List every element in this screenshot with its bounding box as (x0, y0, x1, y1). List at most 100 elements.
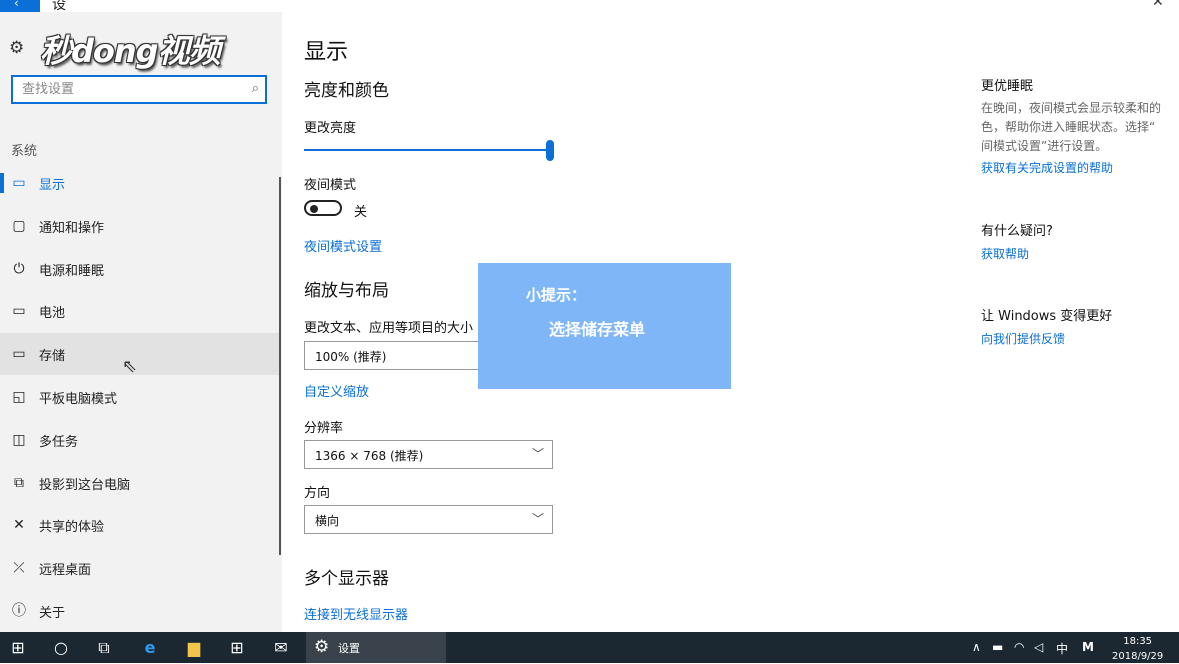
file-explorer-icon[interactable]: ▆ (180, 632, 208, 663)
battery-tray-icon[interactable]: ▬ (992, 640, 1003, 654)
sidebar-item-label: 平板电脑模式 (39, 392, 118, 407)
sidebar-item-label: 存储 (39, 349, 66, 364)
sidebar-item[interactable]: ▭ 电池 (0, 290, 280, 332)
brightness-slider[interactable] (304, 149, 550, 151)
chevron-down-icon: ﹀ (531, 447, 544, 461)
start-icon[interactable]: ⊞ (4, 632, 32, 663)
tip-text: 选择储存菜单 (549, 320, 646, 339)
night-mode-settings-link[interactable]: 夜间模式设置 (304, 236, 382, 255)
sidebar-item-label: 显示 (39, 178, 66, 193)
clock-time: 18:35 (1123, 636, 1153, 647)
multitask-icon: ◫ (12, 432, 26, 448)
sidebar-item[interactable]: ⤫ 远程桌面 (0, 547, 280, 589)
toggle-knob (310, 205, 318, 213)
taskbar-settings-label: 设置 (338, 642, 360, 655)
clock-date: 2018/9/29 (1112, 651, 1164, 662)
custom-scale-link[interactable]: 自定义缩放 (304, 381, 369, 400)
search-icon[interactable]: ⌕ (252, 81, 259, 96)
sidebar-item[interactable]: ◫ 多任务 (0, 419, 280, 461)
watermark-logo: 秒dong视频 (40, 32, 221, 70)
scale-value: 100% (推荐) (315, 350, 387, 364)
night-mode-toggle[interactable] (304, 200, 342, 216)
sidebar-item-label: 共享的体验 (39, 520, 105, 535)
taskbar-settings-app[interactable]: ⚙ 设置 (306, 632, 446, 663)
feedback-title: 让 Windows 变得更好 (981, 309, 1113, 324)
project-icon: ⧉ (14, 475, 24, 491)
cortana-icon[interactable]: ○ (47, 632, 75, 663)
tablet-icon: ◱ (12, 389, 26, 405)
night-mode-label: 夜间模式 (304, 178, 357, 193)
sidebar-item-label: 关于 (39, 606, 66, 621)
sidebar-item-label: 电池 (39, 306, 66, 321)
sidebar-item[interactable]: ◱ 平板电脑模式 (0, 376, 280, 418)
back-button[interactable]: ‹ (0, 0, 40, 12)
active-indicator (0, 173, 4, 193)
storage-icon: ▭ (12, 346, 26, 362)
sleep-text-line: 间模式设置”进行设置。 (981, 139, 1108, 153)
wifi-icon[interactable]: ◠ (1014, 640, 1024, 654)
night-mode-state: 关 (354, 205, 368, 220)
monitor-icon: ▭ (12, 175, 26, 191)
sidebar-item[interactable]: ⏻ 电源和睡眠 (0, 248, 280, 290)
ime-indicator[interactable]: 中 (1056, 640, 1068, 657)
question-title: 有什么疑问? (981, 224, 1053, 239)
sleep-description: 在晚间，夜间模式会显示较柔和的 色，帮助你进入睡眠状态。选择“ 间模式设置”进行… (981, 99, 1179, 156)
sleep-title: 更优睡眠 (981, 79, 1034, 94)
sidebar-item-label: 投影到这台电脑 (39, 478, 131, 493)
mouse-cursor-icon: ⇖ (122, 356, 138, 377)
sidebar-item-label: 电源和睡眠 (39, 264, 105, 279)
volume-icon[interactable]: ◁ (1034, 640, 1043, 654)
ime-mode-indicator[interactable]: M (1082, 640, 1094, 654)
mail-icon[interactable]: ✉ (267, 632, 295, 663)
sidebar-item-label: 远程桌面 (39, 563, 92, 578)
search-input[interactable] (13, 77, 242, 102)
gear-icon: ⚙ (9, 38, 25, 58)
wireless-display-link[interactable]: 连接到无线显示器 (304, 604, 408, 623)
multi-display-section-title: 多个显示器 (304, 569, 389, 589)
page-title: 显示 (304, 40, 349, 65)
close-icon[interactable]: ✕ (1152, 0, 1164, 10)
sleep-text-line: 在晚间，夜间模式会显示较柔和的 (981, 101, 1162, 115)
resolution-label: 分辨率 (304, 421, 344, 436)
brightness-section-title: 亮度和颜色 (304, 81, 389, 101)
search-box[interactable]: ⌕ (11, 75, 267, 104)
tip-title: 小提示： (526, 286, 587, 304)
edge-icon[interactable]: e (136, 632, 164, 663)
chevron-up-icon[interactable]: ∧ (972, 640, 981, 654)
info-icon: ⓘ (12, 603, 26, 619)
shared-icon: ✕ (13, 517, 25, 533)
store-icon[interactable]: ⊞ (223, 632, 251, 663)
sidebar-item[interactable]: ▢ 通知和操作 (0, 205, 280, 247)
sidebar-item-label: 通知和操作 (39, 221, 105, 236)
sidebar-item[interactable]: ▭ 存储 (0, 333, 280, 375)
section-label: 系统 (11, 144, 38, 159)
scale-section-title: 缩放与布局 (304, 281, 389, 301)
back-arrow-icon: ‹ (14, 0, 19, 10)
resolution-dropdown[interactable]: 1366 × 768 (推荐) ﹀ (304, 440, 553, 469)
get-help-link[interactable]: 获取帮助 (981, 245, 1029, 262)
sidebar-scrollbar[interactable] (279, 177, 281, 555)
sidebar-item[interactable]: ⧉ 投影到这台电脑 (0, 462, 280, 504)
notification-icon: ▢ (12, 218, 26, 234)
orientation-dropdown[interactable]: 横向 ﹀ (304, 505, 553, 534)
tip-overlay: 小提示： 选择储存菜单 (478, 263, 731, 389)
title-bar (0, 0, 1179, 12)
power-icon: ⏻ (13, 261, 25, 277)
brightness-slider-thumb[interactable] (546, 140, 554, 161)
orientation-value: 横向 (315, 514, 340, 528)
remote-icon: ⤫ (13, 560, 25, 576)
gear-icon: ⚙ (314, 637, 330, 657)
sidebar-item[interactable]: ▭ 显示 (0, 162, 280, 204)
chevron-down-icon: ﹀ (531, 512, 544, 526)
battery-icon: ▭ (12, 303, 26, 319)
feedback-link[interactable]: 向我们提供反馈 (981, 330, 1065, 347)
orientation-label: 方向 (304, 486, 331, 501)
brightness-label: 更改亮度 (304, 121, 357, 136)
sidebar-item[interactable]: ✕ 共享的体验 (0, 504, 280, 546)
taskbar-clock[interactable]: 18:35 2018/9/29 (1112, 634, 1163, 664)
task-view-icon[interactable]: ⧉ (90, 632, 118, 663)
sidebar-item[interactable]: ⓘ 关于 (0, 590, 280, 632)
setup-help-link[interactable]: 获取有关完成设置的帮助 (981, 159, 1113, 176)
sleep-text-line: 色，帮助你进入睡眠状态。选择“ (981, 120, 1156, 134)
scale-label: 更改文本、应用等项目的大小 (304, 321, 474, 336)
